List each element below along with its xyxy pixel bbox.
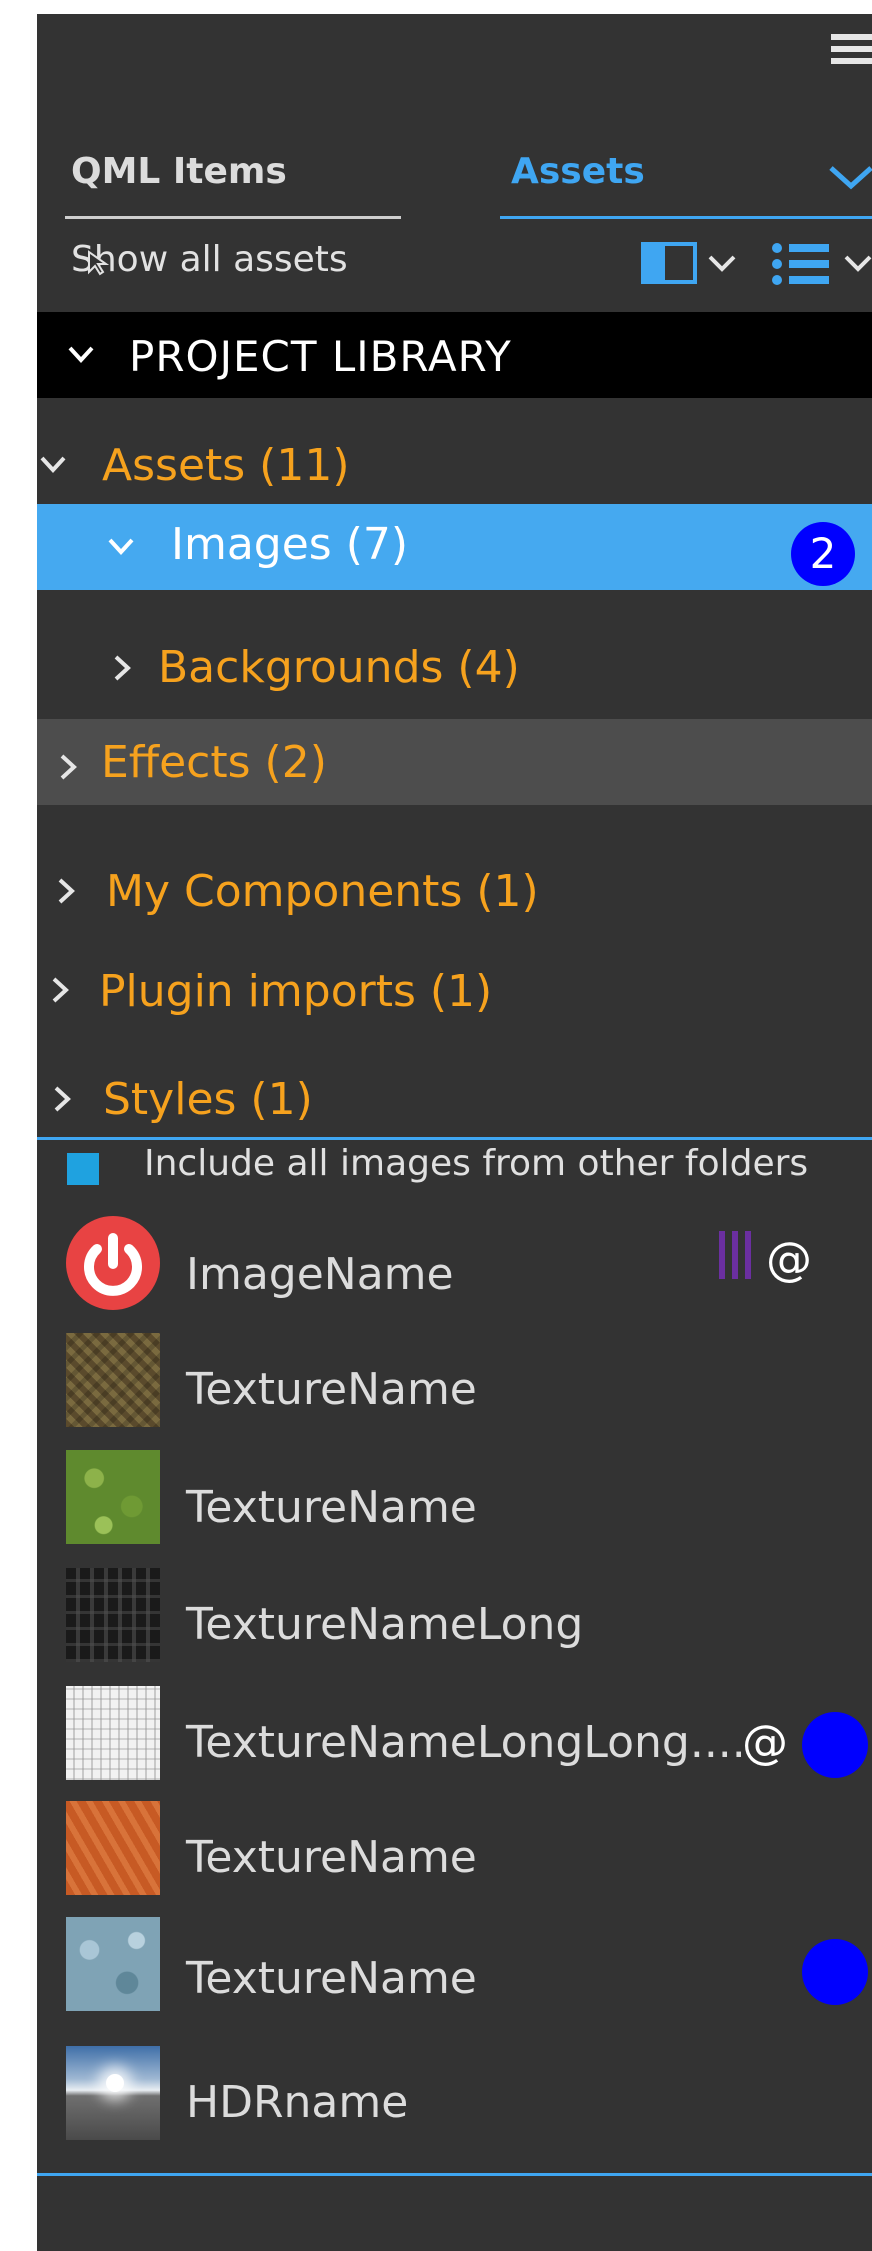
asset-name[interactable]: TextureName [186,1836,477,1880]
project-library-header[interactable]: PROJECT LIBRARY [37,312,872,398]
asset-name[interactable]: TextureNameLong [186,1603,583,1647]
hamburger-menu-icon[interactable] [831,34,872,74]
asset-thumbnail[interactable] [66,1216,160,1310]
list-view-icon[interactable] [771,242,831,286]
assets-panel: QML Items Assets Show all assets PROJECT… [37,14,872,2251]
chevron-right-icon[interactable] [51,976,69,1004]
at-marker: @ [766,1232,812,1286]
chevron-right-icon[interactable] [57,877,75,905]
chevron-down-icon [68,346,94,363]
tree-item-my-components[interactable]: My Components (1) [106,870,539,914]
tree-item-images-row[interactable]: Images (7) [37,504,872,590]
asset-name[interactable]: HDRname [186,2081,408,2125]
blue-stone-texture-thumbnail[interactable] [66,1917,160,2011]
tab-assets-underline [500,216,872,219]
tree-item-effects: Effects (2) [101,737,327,788]
asset-name[interactable]: ImageName [186,1253,454,1297]
chevron-right-icon[interactable] [113,654,131,682]
orange-wood-texture-thumbnail[interactable] [66,1801,160,1895]
tab-assets[interactable]: Assets [511,154,645,190]
tree-item-styles[interactable]: Styles (1) [103,1078,313,1122]
dark-maze-texture-thumbnail[interactable] [66,1568,160,1662]
tree-item-effects-row[interactable]: Effects (2) [37,719,872,805]
power-icon [66,1216,160,1310]
asset-name[interactable]: TextureNameLongLong.... [186,1721,746,1765]
hdr-sky-thumbnail[interactable] [66,2046,160,2140]
tree-item-plugin-imports[interactable]: Plugin imports (1) [99,970,492,1014]
view-layout-icon[interactable] [641,242,697,284]
tree-item-backgrounds[interactable]: Backgrounds (4) [158,646,520,690]
chevron-down-icon[interactable] [39,455,67,475]
divider [37,2173,872,2176]
cursor-icon [88,250,110,276]
tree-item-images: Images (7) [171,519,409,570]
chevron-right-icon[interactable] [53,1085,71,1113]
tab-qml-items-underline [65,216,401,219]
include-images-label: Include all images from other folders [144,1143,809,1184]
asset-name[interactable]: TextureName [186,1957,477,2001]
scale-texture-thumbnail[interactable] [66,1333,160,1427]
chevron-down-icon[interactable] [827,164,872,192]
tab-qml-items[interactable]: QML Items [71,154,287,190]
at-marker: @ [742,1715,788,1769]
list-dropdown-chevron-icon[interactable] [843,254,872,274]
grass-texture-thumbnail[interactable] [66,1450,160,1544]
view-dropdown-chevron-icon[interactable] [707,254,737,274]
purple-bars-icon [719,1231,751,1279]
include-images-checkbox[interactable] [67,1153,99,1185]
white-pattern-texture-thumbnail[interactable] [66,1686,160,1780]
asset-name[interactable]: TextureName [186,1368,477,1412]
status-dot [802,1712,868,1778]
tree-item-assets[interactable]: Assets (11) [102,444,350,488]
asset-name[interactable]: TextureName [186,1486,477,1530]
project-library-title: PROJECT LIBRARY [129,332,512,381]
status-dot [802,1939,868,2005]
chevron-right-icon [60,754,77,780]
divider [37,1137,872,1140]
chevron-down-icon [108,538,134,555]
count-badge: 2 [791,522,855,586]
